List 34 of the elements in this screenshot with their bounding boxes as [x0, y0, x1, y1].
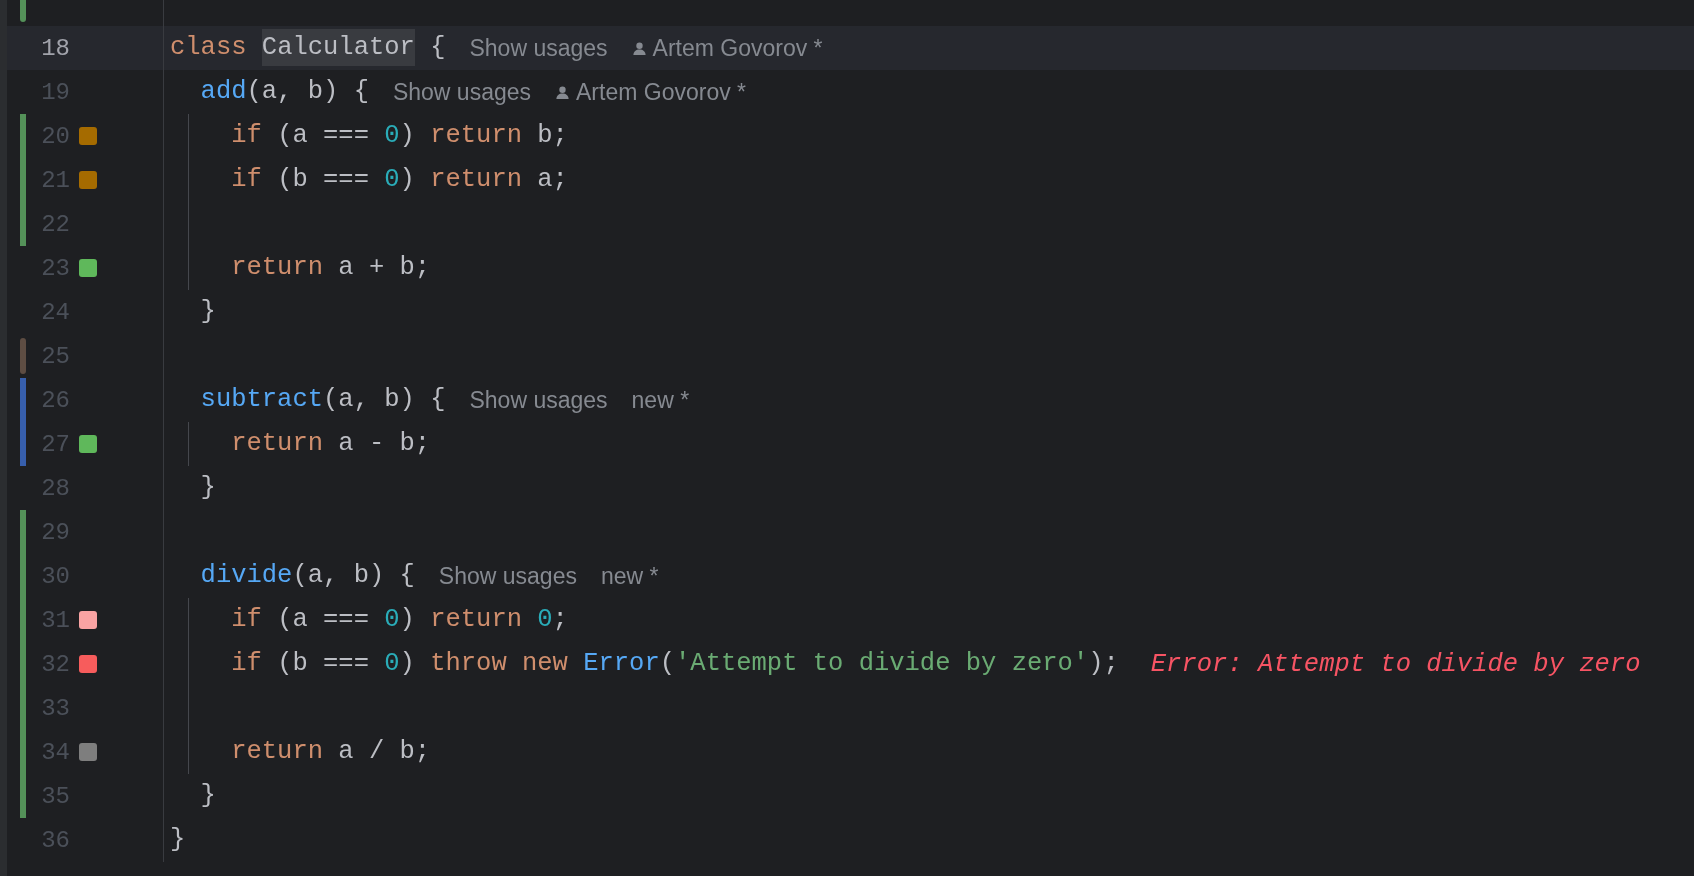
coverage-marker[interactable]: [79, 259, 97, 277]
code-line: }: [199, 296, 216, 328]
coverage-marker[interactable]: [79, 611, 97, 629]
code-line: }: [199, 472, 216, 504]
code-line: return a + b;: [230, 252, 431, 284]
usages-link[interactable]: Show usages: [469, 34, 608, 62]
coverage-marker[interactable]: [79, 655, 97, 673]
code-line: if (a === 0) return b;: [230, 120, 568, 152]
usages-link[interactable]: Show usages: [469, 386, 608, 414]
code-line: return a / b;: [230, 736, 431, 768]
author-hint: Artem Govorov *: [652, 34, 823, 62]
code-line: if (b === 0) throw new Error('Attempt to divide by zero');: [230, 648, 1119, 680]
coverage-marker[interactable]: [79, 127, 97, 145]
new-hint: new *: [631, 386, 690, 414]
author-hint: Artem Govorov *: [576, 78, 747, 106]
person-icon: [631, 40, 647, 56]
new-hint: new *: [600, 562, 659, 590]
coverage-marker[interactable]: [79, 171, 97, 189]
code-line: subtract(a, b) {: [199, 384, 446, 416]
usages-link[interactable]: Show usages: [392, 78, 532, 106]
error-hint: Error: Attempt to divide by zero: [1150, 649, 1641, 679]
person-icon: [555, 84, 571, 100]
coverage-marker[interactable]: [79, 743, 97, 761]
code-line: if (a === 0) return 0;: [230, 604, 568, 636]
code-line: add(a, b) {: [199, 76, 369, 108]
usages-link[interactable]: Show usages: [438, 562, 577, 590]
code-line: }: [199, 780, 216, 812]
code-line: return a - b;: [230, 428, 431, 460]
coverage-marker[interactable]: [79, 435, 97, 453]
code-line: class Calculator {: [170, 30, 446, 66]
line-number: 18: [40, 34, 70, 62]
code-line: }: [170, 824, 186, 856]
code-line: divide(a, b) {: [199, 560, 415, 592]
code-line: if (b === 0) return a;: [230, 164, 568, 196]
